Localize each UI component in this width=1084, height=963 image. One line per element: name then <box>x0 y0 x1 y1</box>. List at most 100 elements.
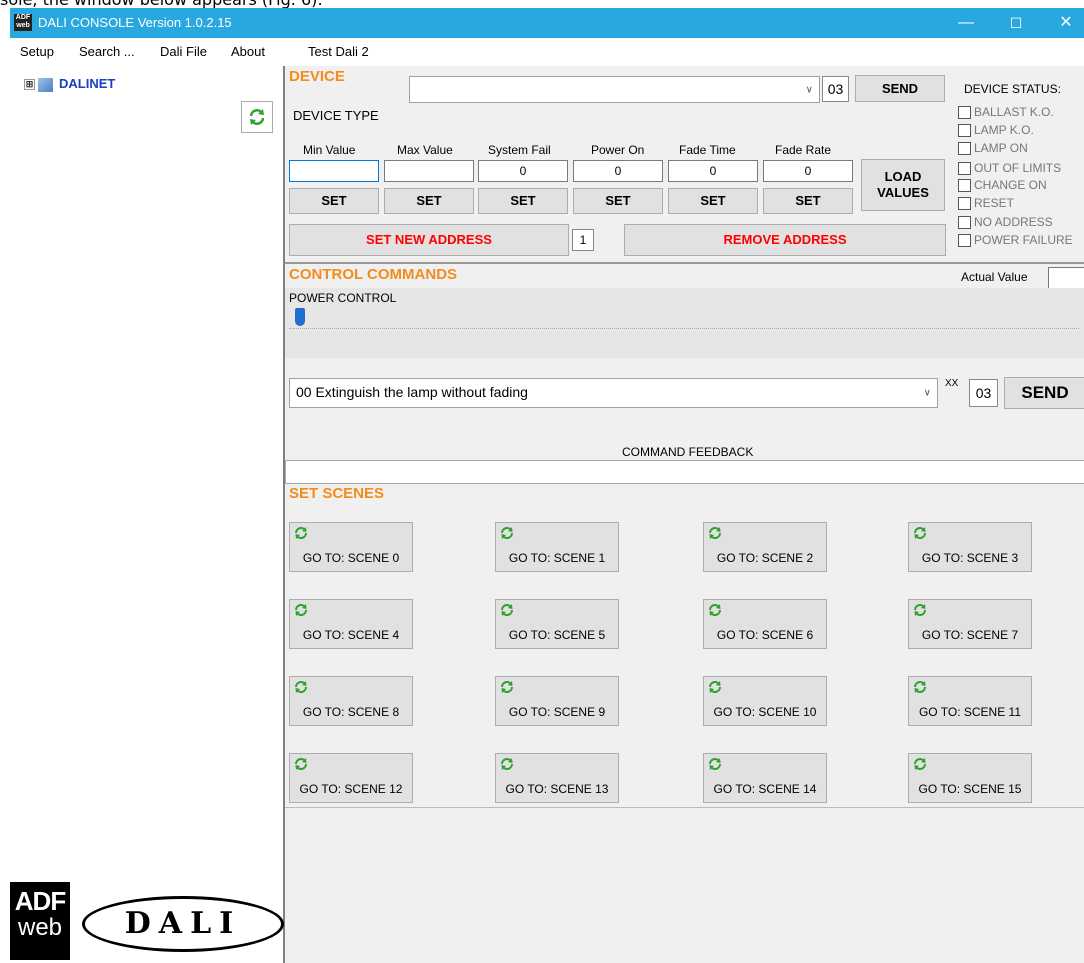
scene-button[interactable]: GO TO: SCENE 8 <box>289 676 413 726</box>
scene-button-label: GO TO: SCENE 10 <box>713 705 817 719</box>
refresh-icon <box>249 109 265 125</box>
device-select[interactable]: ∨ <box>409 76 820 103</box>
scene-button[interactable]: GO TO: SCENE 9 <box>495 676 619 726</box>
menu-setup[interactable]: Setup <box>20 44 54 59</box>
scene-button[interactable]: GO TO: SCENE 14 <box>703 753 827 803</box>
maximize-button[interactable]: ☐ <box>996 8 1036 38</box>
slider-track <box>289 328 1079 329</box>
command-address-field[interactable]: 03 <box>969 379 998 407</box>
system-fail-label: System Fail <box>488 143 551 157</box>
checkbox <box>958 124 971 137</box>
divider <box>285 807 1084 808</box>
scene-button-label: GO TO: SCENE 14 <box>713 782 817 796</box>
scene-button[interactable]: GO TO: SCENE 4 <box>289 599 413 649</box>
command-send-button[interactable]: SEND <box>1004 377 1084 409</box>
dali-logo: DALI <box>82 896 284 952</box>
command-feedback-field <box>285 460 1084 484</box>
scene-button-label: GO TO: SCENE 11 <box>918 705 1022 719</box>
scene-button-label: GO TO: SCENE 5 <box>508 628 606 642</box>
scene-button-label: GO TO: SCENE 2 <box>716 551 814 565</box>
tree-node-label: DALINET <box>59 76 116 91</box>
power-control-slider[interactable]: POWER CONTROL <box>285 288 1084 358</box>
menu-dali-file[interactable]: Dali File <box>160 44 207 59</box>
scene-button[interactable]: GO TO: SCENE 11 <box>908 676 1032 726</box>
device-address-field[interactable]: 03 <box>822 76 849 102</box>
close-button[interactable]: ✕ <box>1046 8 1084 38</box>
device-send-button[interactable]: SEND <box>855 75 945 102</box>
tree-node-dalinet[interactable]: ⊞ DALINET <box>24 76 115 92</box>
checkbox <box>958 142 971 155</box>
device-type-label: DEVICE TYPE <box>293 108 379 123</box>
remove-address-button[interactable]: REMOVE ADDRESS <box>624 224 946 256</box>
refresh-icon <box>912 756 928 775</box>
scene-button[interactable]: GO TO: SCENE 6 <box>703 599 827 649</box>
power-on-input[interactable]: 0 <box>573 160 663 182</box>
load-values-button[interactable]: LOAD VALUES <box>861 159 945 211</box>
fade-rate-input[interactable]: 0 <box>763 160 853 182</box>
refresh-tree-button[interactable] <box>241 101 273 133</box>
system-fail-input[interactable]: 0 <box>478 160 568 182</box>
network-icon <box>38 77 53 92</box>
set-new-address-button[interactable]: SET NEW ADDRESS <box>289 224 569 256</box>
set-fade-time-button[interactable]: SET <box>668 188 758 214</box>
refresh-icon <box>293 602 309 621</box>
scene-button-label: GO TO: SCENE 4 <box>302 628 400 642</box>
scenes-section-title: SET SCENES <box>289 485 385 502</box>
scene-button-label: GO TO: SCENE 0 <box>302 551 400 565</box>
expand-icon[interactable]: ⊞ <box>24 79 35 91</box>
refresh-icon <box>912 602 928 621</box>
max-value-input[interactable] <box>384 160 474 182</box>
device-status-title: DEVICE STATUS: <box>964 82 1061 96</box>
menu-test-dali-2[interactable]: Test Dali 2 <box>308 44 369 59</box>
scene-button[interactable]: GO TO: SCENE 5 <box>495 599 619 649</box>
chevron-down-icon: ∨ <box>805 84 813 95</box>
checkbox <box>958 162 971 175</box>
refresh-icon <box>499 602 515 621</box>
new-address-field[interactable]: 1 <box>572 229 594 251</box>
scene-button[interactable]: GO TO: SCENE 0 <box>289 522 413 572</box>
power-on-label: Power On <box>591 143 645 157</box>
divider <box>285 262 1084 264</box>
min-value-input[interactable] <box>289 160 379 182</box>
scene-button[interactable]: GO TO: SCENE 10 <box>703 676 827 726</box>
set-min-value-button[interactable]: SET <box>289 188 379 214</box>
set-max-value-button[interactable]: SET <box>384 188 474 214</box>
scene-button-label: GO TO: SCENE 9 <box>508 705 606 719</box>
fade-rate-label: Fade Rate <box>775 143 832 157</box>
scene-button[interactable]: GO TO: SCENE 1 <box>495 522 619 572</box>
menu-search[interactable]: Search ... <box>79 44 135 59</box>
control-section-title: CONTROL COMMANDS <box>289 266 458 283</box>
app-icon: ADF web <box>14 14 32 31</box>
scene-button[interactable]: GO TO: SCENE 15 <box>908 753 1032 803</box>
checkbox <box>958 216 971 229</box>
title-bar: ADF web DALI CONSOLE Version 1.0.2.15 — ☐… <box>10 8 1084 38</box>
chevron-down-icon: ∨ <box>923 387 931 399</box>
scene-button-label: GO TO: SCENE 12 <box>299 782 403 796</box>
scene-button[interactable]: GO TO: SCENE 2 <box>703 522 827 572</box>
scene-button[interactable]: GO TO: SCENE 7 <box>908 599 1032 649</box>
scene-button[interactable]: GO TO: SCENE 13 <box>495 753 619 803</box>
set-fade-rate-button[interactable]: SET <box>763 188 853 214</box>
max-value-label: Max Value <box>397 143 453 157</box>
command-select[interactable]: 00 Extinguish the lamp without fading ∨ <box>289 378 938 408</box>
refresh-icon <box>912 679 928 698</box>
slider-thumb[interactable] <box>295 308 305 326</box>
refresh-icon <box>293 679 309 698</box>
refresh-icon <box>293 525 309 544</box>
scene-button-label: GO TO: SCENE 6 <box>716 628 814 642</box>
refresh-icon <box>707 602 723 621</box>
power-control-label: POWER CONTROL <box>289 291 397 305</box>
scene-button-label: GO TO: SCENE 15 <box>918 782 1022 796</box>
fade-time-input[interactable]: 0 <box>668 160 758 182</box>
minimize-button[interactable]: — <box>946 8 986 38</box>
set-system-fail-button[interactable]: SET <box>478 188 568 214</box>
scene-button[interactable]: GO TO: SCENE 12 <box>289 753 413 803</box>
refresh-icon <box>499 756 515 775</box>
checkbox <box>958 197 971 210</box>
set-power-on-button[interactable]: SET <box>573 188 663 214</box>
menu-about[interactable]: About <box>231 44 265 59</box>
refresh-icon <box>707 756 723 775</box>
refresh-icon <box>707 525 723 544</box>
page-caption: sole, the window below appears (Fig. 6): <box>0 0 1084 8</box>
scene-button[interactable]: GO TO: SCENE 3 <box>908 522 1032 572</box>
